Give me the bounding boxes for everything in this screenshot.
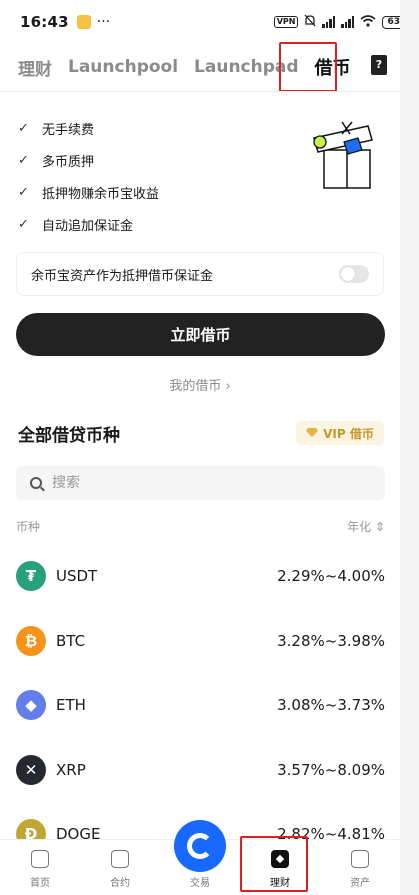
feature-label: 多币质押 [42,154,95,170]
column-annual-rate[interactable]: 年化 ⇕ [347,518,385,535]
coin-row[interactable]: ₮ USDT 2.29%~4.00% [16,544,385,609]
coin-rate: 3.08%~3.73% [277,696,385,715]
nav-highlight-box [240,836,308,892]
coin-rate: 2.29%~4.00% [277,567,385,586]
coin-row[interactable]: ◆ ETH 3.08%~3.73% [16,673,385,738]
feature-label: 自动追加保证金 [42,218,134,234]
scrollbar[interactable] [400,0,419,895]
search-icon [30,477,42,489]
home-icon [31,850,49,868]
xrp-icon: ✕ [16,754,46,785]
coin-name: BTC [56,631,86,650]
column-header: 币种 年化 ⇕ [16,518,385,535]
check-icon: ✓ [18,120,29,136]
coin-name: ETH [56,696,86,715]
diamond-icon [306,426,319,440]
vip-borrow-label: VIP 借币 [323,426,374,441]
feature-item: ✓ 无手续费 [18,112,159,144]
coin-list: ₮ USDT 2.29%~4.00% ₿ BTC 3.28%~3.98% ◆ E… [16,544,385,867]
nav-assets-label: 资产 [350,878,370,889]
status-time: 16:43 [20,13,69,31]
nav-futures[interactable]: 合约 [80,840,160,895]
signal-icon [322,16,336,28]
feature-item: ✓ 抵押物赚余币宝收益 [18,176,159,208]
coin-name: USDT [56,567,98,586]
vip-borrow-button[interactable]: VIP 借币 [296,421,384,445]
feature-item: ✓ 自动追加保证金 [18,208,159,240]
feature-label: 无手续费 [42,122,95,138]
wallet-icon [351,850,369,868]
nav-assets[interactable]: 资产 [320,840,400,895]
feature-label: 抵押物赚余币宝收益 [42,186,160,202]
usdt-icon: ₮ [16,561,46,592]
trade-icon[interactable] [174,820,226,872]
vpn-icon: VPN [273,16,299,28]
section-title: 全部借贷币种 [18,426,120,446]
coin-rate: 3.28%~3.98% [277,631,385,650]
notification-app-icon [76,15,91,29]
check-icon: ✓ [18,216,29,232]
eth-icon: ◆ [16,690,46,721]
tab-launchpool[interactable]: Launchpool [68,57,178,77]
signal-icon-2 [341,16,355,28]
my-loans-link[interactable]: 我的借币 › [0,375,400,394]
coin-row[interactable]: ₿ BTC 3.28%~3.98% [16,609,385,674]
collateral-toggle-card: 余币宝资产作为抵押借币保证金 [16,252,384,296]
wifi-icon [360,14,376,30]
gift-box-illustration [306,120,386,192]
feature-list: ✓ 无手续费 ✓ 多币质押 ✓ 抵押物赚余币宝收益 ✓ 自动追加保证金 [18,112,159,240]
status-indicators: VPN 63 [273,14,405,30]
coin-row[interactable]: ✕ XRP 3.57%~8.09% [16,738,385,803]
btc-icon: ₿ [16,625,46,656]
collateral-toggle-switch[interactable] [339,265,369,283]
coin-rate: 3.57%~8.09% [277,760,385,779]
check-icon: ✓ [18,184,29,200]
status-dots: ··· [96,14,111,30]
nav-home[interactable]: 首页 [0,840,80,895]
nav-futures-label: 合约 [110,878,130,889]
search-bar [16,466,385,500]
search-input[interactable] [52,475,352,491]
top-tabs: 理财 Launchpool Launchpad 借币 [0,44,419,90]
header-divider [0,91,419,92]
collateral-toggle-label: 余币宝资产作为抵押借币保证金 [31,268,214,284]
check-icon: ✓ [18,152,29,168]
nav-home-label: 首页 [30,878,50,889]
mute-icon [304,14,316,30]
column-coin: 币种 [16,520,41,534]
tab-finance[interactable]: 理财 [18,55,52,80]
chart-icon [111,850,129,868]
coin-name: XRP [56,760,86,779]
feature-item: ✓ 多币质押 [18,144,159,176]
nav-trade-label: 交易 [190,878,210,889]
help-icon[interactable]: ? [371,55,387,75]
borrow-now-button[interactable]: 立即借币 [16,313,385,356]
status-bar: 16:43 ··· VPN 63 [0,0,419,44]
tab-highlight-box [279,42,337,92]
